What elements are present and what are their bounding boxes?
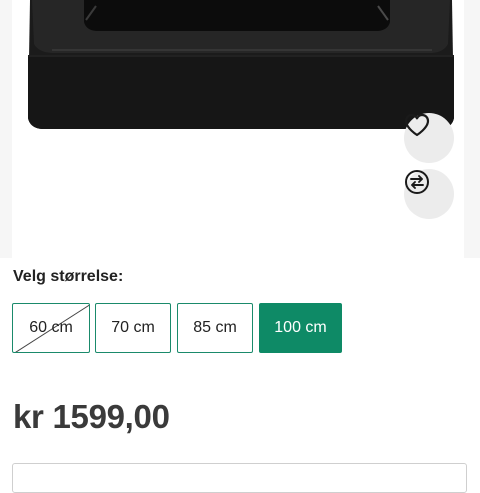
size-option-100cm[interactable]: 100 cm <box>259 303 342 353</box>
compare-button[interactable] <box>404 169 454 219</box>
heart-icon <box>404 113 430 137</box>
size-option-label: 60 cm <box>29 319 73 336</box>
size-selector-label: Velg størrelse: <box>13 268 124 285</box>
size-option-label: 100 cm <box>274 319 327 336</box>
size-option-70cm[interactable]: 70 cm <box>95 303 171 353</box>
product-image-area <box>0 0 480 258</box>
dog-bed-image <box>28 0 454 129</box>
size-option-label: 70 cm <box>111 319 155 336</box>
product-image[interactable] <box>12 0 464 258</box>
product-price: kr 1599,00 <box>13 398 170 435</box>
favorite-button[interactable] <box>404 113 454 163</box>
next-section-box[interactable] <box>12 463 467 493</box>
size-option-85cm[interactable]: 85 cm <box>177 303 253 353</box>
size-option-label: 85 cm <box>193 319 237 336</box>
size-option-60cm[interactable]: 60 cm <box>12 303 90 353</box>
compare-icon <box>405 170 429 194</box>
